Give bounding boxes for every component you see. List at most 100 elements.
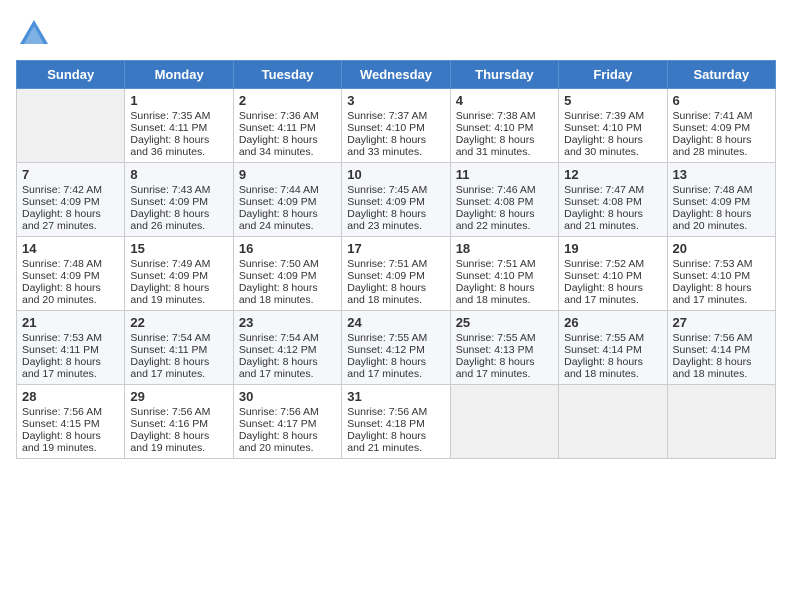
week-row-4: 21Sunrise: 7:53 AMSunset: 4:11 PMDayligh…: [17, 311, 776, 385]
day-info-line: Sunrise: 7:42 AM: [22, 184, 119, 196]
day-info-line: and 24 minutes.: [239, 220, 336, 232]
day-info-line: Sunrise: 7:38 AM: [456, 110, 553, 122]
weekday-header-thursday: Thursday: [450, 61, 558, 89]
day-number: 14: [22, 241, 119, 256]
day-cell: [17, 89, 125, 163]
day-cell: 13Sunrise: 7:48 AMSunset: 4:09 PMDayligh…: [667, 163, 775, 237]
day-info-line: Daylight: 8 hours: [239, 282, 336, 294]
day-cell: 2Sunrise: 7:36 AMSunset: 4:11 PMDaylight…: [233, 89, 341, 163]
day-info-line: Daylight: 8 hours: [130, 430, 227, 442]
day-info-line: Sunset: 4:11 PM: [22, 344, 119, 356]
day-cell: 1Sunrise: 7:35 AMSunset: 4:11 PMDaylight…: [125, 89, 233, 163]
day-info-line: and 18 minutes.: [456, 294, 553, 306]
day-cell: 17Sunrise: 7:51 AMSunset: 4:09 PMDayligh…: [342, 237, 450, 311]
day-info-line: and 27 minutes.: [22, 220, 119, 232]
day-info-line: Daylight: 8 hours: [456, 134, 553, 146]
day-cell: 24 Sunrise: 7:55 AMSunset: 4:12 PMDayligh…: [342, 311, 450, 385]
day-info-line: Sunrise: 7:50 AM: [239, 258, 336, 270]
day-info-line: Sunrise: 7:54 AM: [130, 332, 227, 344]
day-cell: 28Sunrise: 7:56 AMSunset: 4:15 PMDayligh…: [17, 385, 125, 459]
day-info-line: Daylight: 8 hours: [239, 356, 336, 368]
day-info-line: Daylight: 8 hours: [239, 208, 336, 220]
day-info-line: Sunset: 4:13 PM: [456, 344, 553, 356]
day-info-line: Sunrise: 7:55 AM: [347, 332, 444, 344]
day-info-line: Sunrise: 7:52 AM: [564, 258, 661, 270]
day-info-line: Daylight: 8 hours: [22, 430, 119, 442]
day-info-line: and 21 minutes.: [564, 220, 661, 232]
day-cell: 21Sunrise: 7:53 AMSunset: 4:11 PMDayligh…: [17, 311, 125, 385]
day-info-line: Daylight: 8 hours: [347, 356, 444, 368]
day-info-line: and 19 minutes.: [130, 442, 227, 454]
day-info-line: Sunset: 4:09 PM: [239, 270, 336, 282]
day-info-line: Sunset: 4:09 PM: [673, 196, 770, 208]
day-info-line: and 30 minutes.: [564, 146, 661, 158]
day-info-line: and 19 minutes.: [22, 442, 119, 454]
day-info-line: Daylight: 8 hours: [564, 356, 661, 368]
day-info-line: Sunrise: 7:55 AM: [564, 332, 661, 344]
day-info-line: Daylight: 8 hours: [673, 282, 770, 294]
day-info-line: and 20 minutes.: [239, 442, 336, 454]
day-info-line: and 17 minutes.: [130, 368, 227, 380]
day-info-line: Daylight: 8 hours: [130, 356, 227, 368]
day-info-line: Sunset: 4:10 PM: [564, 270, 661, 282]
day-info-line: Daylight: 8 hours: [239, 430, 336, 442]
day-cell: 26Sunrise: 7:55 AMSunset: 4:14 PMDayligh…: [559, 311, 667, 385]
day-info-line: and 23 minutes.: [347, 220, 444, 232]
day-info-line: Daylight: 8 hours: [347, 282, 444, 294]
day-cell: 8Sunrise: 7:43 AMSunset: 4:09 PMDaylight…: [125, 163, 233, 237]
day-info-line: Sunset: 4:18 PM: [347, 418, 444, 430]
day-info-line: Daylight: 8 hours: [130, 208, 227, 220]
day-info-line: Sunrise: 7:55 AM: [456, 332, 553, 344]
day-cell: 31Sunrise: 7:56 AMSunset: 4:18 PMDayligh…: [342, 385, 450, 459]
day-number: 29: [130, 389, 227, 404]
day-cell: 19Sunrise: 7:52 AMSunset: 4:10 PMDayligh…: [559, 237, 667, 311]
day-info-line: Daylight: 8 hours: [130, 282, 227, 294]
day-info-line: Sunrise: 7:37 AM: [347, 110, 444, 122]
day-info-line: and 18 minutes.: [673, 368, 770, 380]
day-info-line: and 17 minutes.: [347, 368, 444, 380]
day-info-line: and 17 minutes.: [239, 368, 336, 380]
day-info-line: and 34 minutes.: [239, 146, 336, 158]
day-info-line: Sunset: 4:16 PM: [130, 418, 227, 430]
day-cell: 23Sunrise: 7:54 AMSunset: 4:12 PMDayligh…: [233, 311, 341, 385]
day-info-line: Daylight: 8 hours: [564, 208, 661, 220]
day-info-line: Sunrise: 7:36 AM: [239, 110, 336, 122]
day-cell: 25Sunrise: 7:55 AMSunset: 4:13 PMDayligh…: [450, 311, 558, 385]
day-info-line: Sunrise: 7:44 AM: [239, 184, 336, 196]
day-info-line: Daylight: 8 hours: [347, 134, 444, 146]
day-info-line: Sunrise: 7:56 AM: [239, 406, 336, 418]
day-info-line: Sunset: 4:12 PM: [347, 344, 444, 356]
day-info-line: and 20 minutes.: [22, 294, 119, 306]
day-number: 21: [22, 315, 119, 330]
day-number: 19: [564, 241, 661, 256]
day-info-line: Sunrise: 7:39 AM: [564, 110, 661, 122]
day-info-line: Sunset: 4:10 PM: [347, 122, 444, 134]
day-info-line: Sunset: 4:08 PM: [456, 196, 553, 208]
day-number: 8: [130, 167, 227, 182]
day-info-line: Daylight: 8 hours: [456, 356, 553, 368]
day-info-line: Daylight: 8 hours: [564, 134, 661, 146]
day-info-line: Daylight: 8 hours: [456, 282, 553, 294]
day-number: 31: [347, 389, 444, 404]
week-row-3: 14Sunrise: 7:48 AMSunset: 4:09 PMDayligh…: [17, 237, 776, 311]
day-info-line: Sunset: 4:09 PM: [347, 270, 444, 282]
day-cell: [559, 385, 667, 459]
day-number: 16: [239, 241, 336, 256]
day-info-line: Daylight: 8 hours: [239, 134, 336, 146]
day-info-line: and 22 minutes.: [456, 220, 553, 232]
day-cell: 10Sunrise: 7:45 AMSunset: 4:09 PMDayligh…: [342, 163, 450, 237]
day-cell: 20Sunrise: 7:53 AMSunset: 4:10 PMDayligh…: [667, 237, 775, 311]
day-number: 13: [673, 167, 770, 182]
day-number: 3: [347, 93, 444, 108]
day-info-line: and 36 minutes.: [130, 146, 227, 158]
day-number: 24: [347, 315, 444, 330]
day-info-line: Sunset: 4:14 PM: [564, 344, 661, 356]
day-cell: 6Sunrise: 7:41 AMSunset: 4:09 PMDaylight…: [667, 89, 775, 163]
day-cell: 22Sunrise: 7:54 AMSunset: 4:11 PMDayligh…: [125, 311, 233, 385]
day-info-line: Daylight: 8 hours: [347, 430, 444, 442]
day-info-line: Sunrise: 7:53 AM: [673, 258, 770, 270]
day-info-line: and 17 minutes.: [673, 294, 770, 306]
day-number: 22: [130, 315, 227, 330]
weekday-header-row: SundayMondayTuesdayWednesdayThursdayFrid…: [17, 61, 776, 89]
day-number: 18: [456, 241, 553, 256]
